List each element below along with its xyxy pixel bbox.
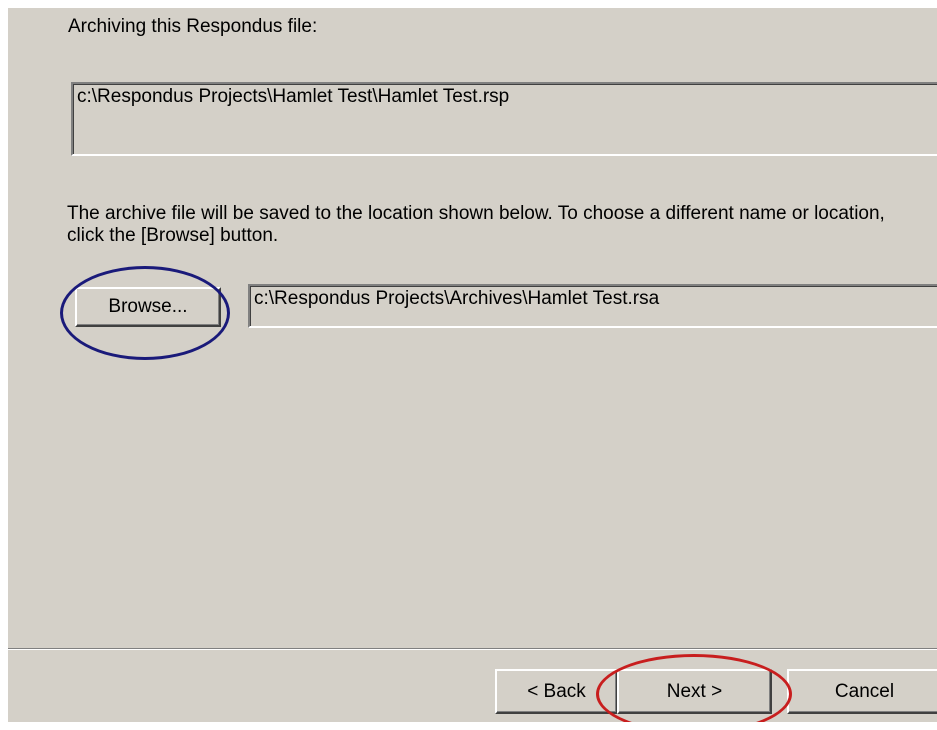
footer-separator (8, 648, 937, 650)
archive-destination-path-field: c:\Respondus Projects\Archives\Hamlet Te… (248, 284, 937, 328)
archive-location-instructions: The archive file will be saved to the lo… (67, 203, 885, 246)
back-button[interactable]: < Back (495, 669, 618, 714)
source-file-path-field: c:\Respondus Projects\Hamlet Test\Hamlet… (71, 82, 937, 156)
cancel-button[interactable]: Cancel (787, 669, 937, 714)
source-file-label: Archiving this Respondus file: (68, 16, 318, 37)
next-button[interactable]: Next > (617, 669, 772, 714)
browse-button[interactable]: Browse... (75, 287, 221, 327)
archive-wizard-dialog: Archiving this Respondus file: c:\Respon… (8, 8, 937, 722)
